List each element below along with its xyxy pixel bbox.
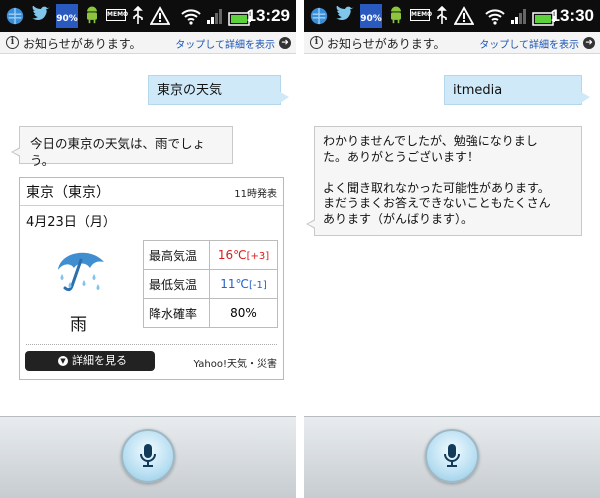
reply-line: あります（がんばります）。 <box>323 211 474 226</box>
wifi-icon <box>485 9 505 25</box>
info-icon: i <box>6 36 19 49</box>
assistant-reply-text: 今日の東京の天気は、雨でしょう。 <box>30 136 206 168</box>
phone-screen-right: 90% MEMO 13:30 i お知らせがあります。 タップして詳細を表示 ➜… <box>304 0 600 498</box>
table-cell-value: 16℃[+3] <box>209 240 278 270</box>
user-query-bubble: itmedia <box>444 75 590 105</box>
table-row: 最高気温 16℃[+3] <box>143 240 278 270</box>
umbrella-icon <box>58 252 104 292</box>
battery-badge-icon: 90% <box>56 4 78 28</box>
android-icon <box>87 6 97 24</box>
bottom-bar <box>304 416 600 498</box>
bottom-bar <box>0 416 296 498</box>
chevron-down-icon: ▼ <box>58 356 68 366</box>
weather-city: 東京（東京） <box>26 185 110 201</box>
twitter-bird-icon <box>32 6 50 21</box>
wifi-icon <box>181 9 201 25</box>
notice-bar[interactable]: i お知らせがあります。 タップして詳細を表示 ➜ <box>0 32 296 54</box>
table-row: 最低気温 11℃[-1] <box>143 269 278 299</box>
high-temp-delta: [+3] <box>246 251 270 262</box>
table-row: 降水確率 80% <box>143 298 278 328</box>
table-cell-value: 80% <box>209 298 278 328</box>
assistant-reply-bubble: わかりませんでしたが、勉強になりまし た。ありがとうございます！ よく聞き取れな… <box>306 126 582 236</box>
phone-screen-left: 90% MEMO 13:29 i お知らせがあります。 タップして詳細を表示 ➜… <box>0 0 296 498</box>
user-query-bubble: 東京の天気 <box>148 75 289 105</box>
divider <box>20 205 283 206</box>
status-bar: 90% MEMO 13:29 <box>0 0 296 32</box>
low-temp-value: 11℃ <box>220 277 249 291</box>
globe-icon <box>310 7 328 25</box>
signal-icon <box>207 9 222 24</box>
notice-detail-link[interactable]: タップして詳細を表示 <box>175 36 275 51</box>
weather-detail-button[interactable]: ▼ 詳細を見る <box>25 351 155 371</box>
reply-line: わかりませんでしたが、勉強になりまし <box>323 134 538 148</box>
microphone-icon <box>140 444 156 467</box>
globe-icon <box>6 7 24 25</box>
reply-line: た。ありがとうございます！ <box>323 149 480 164</box>
low-temp-delta: [-1] <box>248 280 267 291</box>
arrow-right-icon[interactable]: ➜ <box>583 37 595 49</box>
notice-detail-link[interactable]: タップして詳細を表示 <box>479 36 579 51</box>
twitter-bird-icon <box>336 6 354 21</box>
android-icon <box>391 6 401 24</box>
weather-detail-label: 詳細を見る <box>72 354 127 367</box>
status-bar: 90% MEMO 13:30 <box>304 0 600 32</box>
usb-icon <box>437 6 447 24</box>
warning-icon <box>454 6 474 25</box>
clock: 13:30 <box>550 6 594 25</box>
warning-icon <box>150 6 170 25</box>
weather-table: 最高気温 16℃[+3] 最低気温 11℃[-1] 降水確率 80% <box>143 240 278 328</box>
battery-badge-icon: 90% <box>360 4 382 28</box>
arrow-right-icon[interactable]: ➜ <box>279 37 291 49</box>
weather-date: 4月23日（月） <box>26 215 116 230</box>
usb-icon <box>133 6 143 24</box>
clock: 13:29 <box>246 6 290 25</box>
weather-source: Yahoo!天気・災害 <box>193 359 277 370</box>
memo-icon: MEMO <box>106 9 128 21</box>
signal-icon <box>511 9 526 24</box>
reply-line <box>323 165 573 181</box>
memo-icon: MEMO <box>410 9 432 21</box>
table-cell-label: 最低気温 <box>143 269 210 299</box>
reply-line: よく聞き取れなかった可能性があります。 <box>323 180 550 195</box>
dotted-divider <box>26 344 277 345</box>
weather-condition: 雨 <box>70 315 87 335</box>
weather-card: 東京（東京） 11時発表 4月23日（月） 雨 最高気温 16℃[+3] 最低気… <box>19 177 284 380</box>
notice-bar[interactable]: i お知らせがあります。 タップして詳細を表示 ➜ <box>304 32 600 54</box>
microphone-icon <box>444 444 460 467</box>
reply-line: まだうまくお答えできないこともたくさん <box>323 196 551 210</box>
microphone-button[interactable] <box>425 429 479 483</box>
microphone-button[interactable] <box>121 429 175 483</box>
table-cell-value: 11℃[-1] <box>209 269 278 299</box>
high-temp-value: 16℃ <box>217 248 247 262</box>
notice-text: お知らせがあります。 <box>327 37 446 51</box>
table-cell-label: 降水確率 <box>143 298 210 328</box>
weather-issued-time: 11時発表 <box>234 189 277 200</box>
info-icon: i <box>310 36 323 49</box>
notice-text: お知らせがあります。 <box>23 37 142 51</box>
table-cell-label: 最高気温 <box>143 240 210 270</box>
assistant-reply-bubble: 今日の東京の天気は、雨でしょう。 <box>11 126 233 168</box>
